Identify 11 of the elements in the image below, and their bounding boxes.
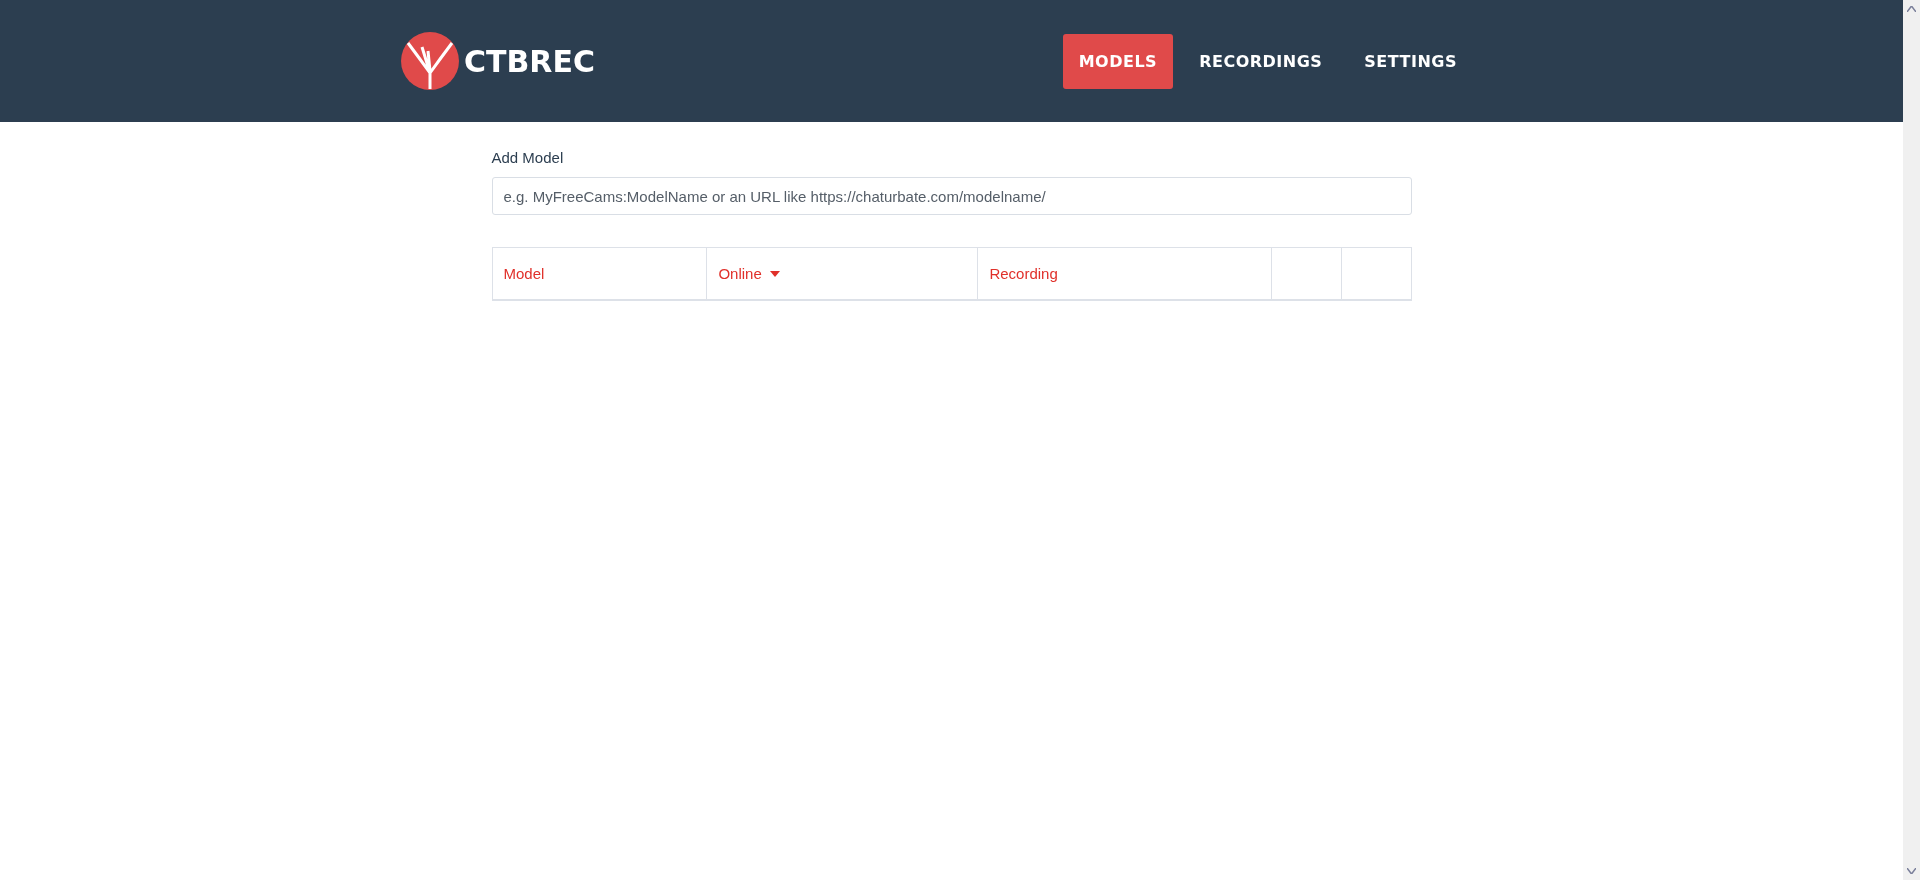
column-header[interactable]: Online [718,265,780,282]
brand-name: CTBREC [464,43,595,79]
column-header[interactable]: Model [503,265,545,282]
field-label: Add Model [491,149,565,166]
add-model-field[interactable]: e.g. MyFreeCams:ModelName or an URL like https://chaturbate.com/modelname/ [491,177,1412,215]
nav-tab[interactable]: SETTINGS [1348,33,1473,89]
nav-tab[interactable]: MODELS [1062,33,1174,89]
column-header[interactable]: Recording [989,265,1058,282]
logo-icon [400,31,460,91]
nav-tab[interactable]: RECORDINGS [1183,33,1339,89]
scrollbar[interactable] [1903,0,1920,880]
